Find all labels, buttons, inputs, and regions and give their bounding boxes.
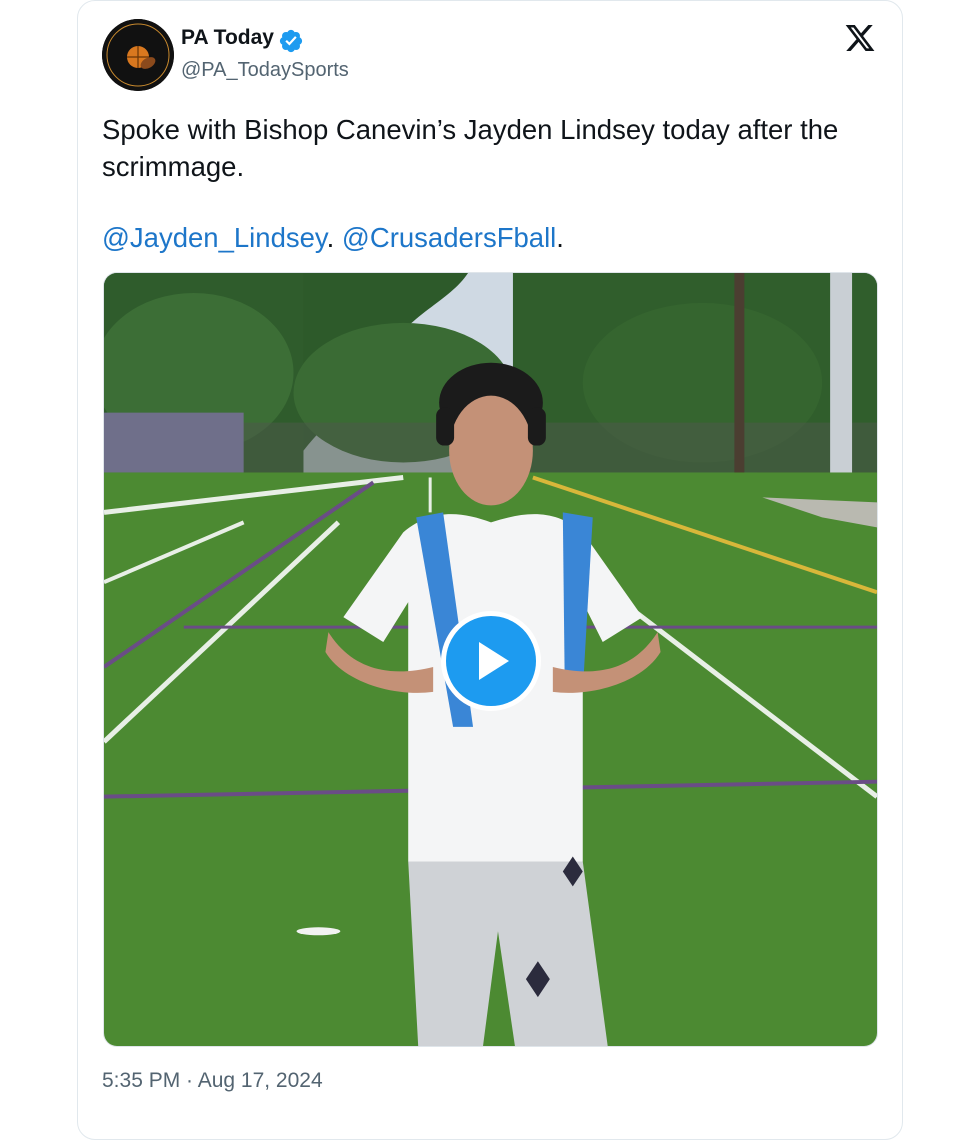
tweet-timestamp[interactable]: 5:35 PM · Aug 17, 2024: [102, 1069, 323, 1093]
x-logo-icon[interactable]: [843, 22, 877, 54]
verified-badge-icon: [279, 29, 303, 53]
play-icon: [479, 642, 509, 680]
author-display-name[interactable]: PA Today: [181, 26, 274, 50]
tweet-mentions: @Jayden_Lindsey. @CrusadersFball.: [102, 219, 564, 256]
mention-trailing: .: [556, 222, 564, 253]
mention-link-crusaders[interactable]: @CrusadersFball: [342, 222, 556, 253]
video-play-button[interactable]: [441, 611, 541, 711]
author-avatar[interactable]: [102, 19, 174, 91]
author-handle[interactable]: @PA_TodaySports: [181, 59, 349, 82]
mention-link-jayden[interactable]: @Jayden_Lindsey: [102, 222, 327, 253]
mention-separator: .: [326, 222, 342, 253]
tweet-text: Spoke with Bishop Canevin’s Jayden Linds…: [102, 114, 839, 182]
